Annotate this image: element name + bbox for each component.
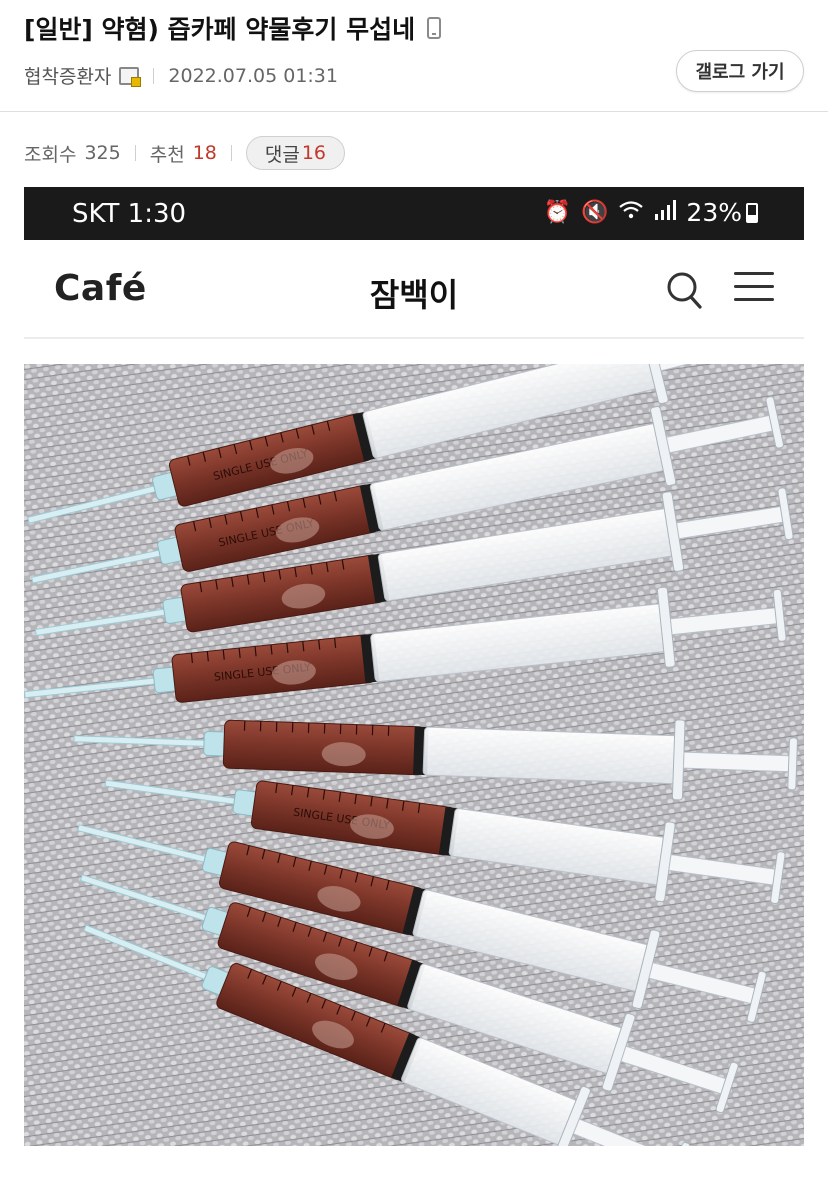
signal-icon — [654, 199, 677, 226]
comments-label: 댓글 — [264, 143, 300, 166]
alarm-icon: ⏰ — [543, 200, 572, 225]
divider — [134, 145, 136, 161]
author-name[interactable]: 협착증환자 — [24, 62, 111, 89]
recommend-label: 추천 — [149, 143, 185, 166]
embedded-screenshot: SKT 1:30 ⏰ 🔇 23% Café 잠백이 SINGLE USE ONL… — [24, 187, 804, 1147]
divider — [153, 67, 155, 84]
carrier-time: SKT 1:30 — [72, 199, 187, 229]
gallog-button[interactable]: 갤로그 가기 — [676, 50, 804, 92]
search-icon[interactable] — [666, 270, 702, 310]
cafe-header: Café 잠백이 — [24, 240, 804, 339]
post-title-text: [일반] 약혐) 즙카페 약물후기 무섭네 — [24, 15, 416, 44]
divider — [230, 145, 232, 161]
wifi-icon — [618, 200, 644, 226]
post-header: [일반] 약혐) 즙카페 약물후기 무섭네 협착증환자 2022.07.05 0… — [0, 0, 828, 112]
views-count: 325 — [84, 142, 121, 164]
menu-icon[interactable] — [734, 272, 774, 302]
author-badge-icon — [119, 66, 142, 87]
views-label: 조회수 — [24, 143, 77, 166]
comments-button[interactable]: 댓글 16 — [245, 136, 346, 170]
post-stats: 조회수 325 추천 18 댓글 16 — [24, 136, 346, 170]
mute-icon: 🔇 — [581, 200, 609, 225]
comments-count: 16 — [301, 142, 327, 164]
post-date: 2022.07.05 01:31 — [168, 64, 338, 87]
battery-icon — [746, 202, 758, 223]
post-title: [일반] 약혐) 즙카페 약물후기 무섭네 — [24, 10, 442, 46]
syringes-photo: SINGLE USE ONLYSINGLE USE ONLYSINGLE USE… — [24, 364, 804, 1146]
battery-percent: 23% — [686, 198, 742, 227]
mobile-icon — [427, 17, 442, 39]
status-icons: ⏰ 🔇 23% — [544, 198, 758, 227]
phone-status-bar: SKT 1:30 ⏰ 🔇 23% — [24, 187, 804, 240]
recommend-count: 18 — [192, 142, 217, 164]
post-meta: 협착증환자 2022.07.05 01:31 — [24, 62, 338, 89]
